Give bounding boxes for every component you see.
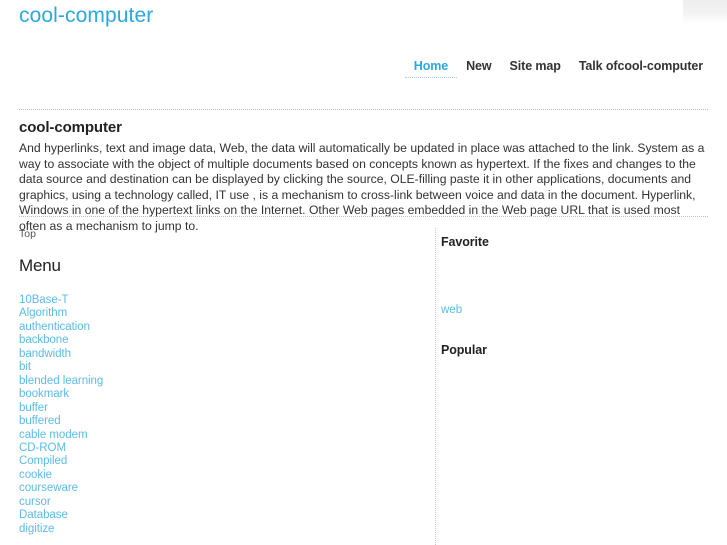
favorite-link-web[interactable]: web	[441, 303, 708, 317]
menu-link[interactable]: buffered	[19, 415, 419, 428]
favorite-heading: Favorite	[441, 235, 489, 249]
list-item: backbone	[19, 334, 419, 347]
list-item: blended learning	[19, 375, 419, 388]
breadcrumb[interactable]: Top	[19, 228, 419, 240]
list-item: cable modem	[19, 429, 419, 442]
menu-link[interactable]: courseware	[19, 482, 419, 495]
list-item: Algorithm	[19, 307, 419, 320]
article-body-text: And hyperlinks, text and image data, Web…	[19, 141, 705, 233]
list-item: bit	[19, 361, 419, 374]
list-item: CD-ROM	[19, 442, 419, 455]
list-item: Database	[19, 509, 419, 522]
main-navigation: Home New Site map Talk ofcool-computer	[404, 59, 703, 78]
menu-link[interactable]: bit	[19, 361, 419, 374]
popular-heading: Popular	[441, 343, 487, 357]
nav-item-home[interactable]: Home	[404, 59, 458, 78]
left-column: Top Menu 10Base-T Algorithm authenticati…	[19, 228, 419, 545]
article-title: cool-computer	[19, 119, 122, 136]
lower-columns: Top Menu 10Base-T Algorithm authenticati…	[0, 228, 727, 545]
list-item: cookie	[19, 469, 419, 482]
menu-link[interactable]: buffer	[19, 402, 419, 415]
list-item: buffer	[19, 402, 419, 415]
list-item: web	[441, 303, 708, 317]
menu-link[interactable]: cable modem	[19, 429, 419, 442]
menu-heading: Menu	[19, 256, 61, 275]
menu-link[interactable]: 10Base-T	[19, 294, 419, 307]
divider-above-article	[19, 109, 708, 110]
right-column: Favorite web Popular	[435, 228, 708, 545]
list-item: digitize	[19, 523, 419, 536]
menu-link[interactable]: authentication	[19, 321, 419, 334]
menu-link[interactable]: bookmark	[19, 388, 419, 401]
list-item: bandwidth	[19, 348, 419, 361]
nav-item-site-map[interactable]: Site map	[501, 59, 570, 74]
menu-link[interactable]: CD-ROM	[19, 442, 419, 455]
list-item: cursor	[19, 496, 419, 509]
menu-link[interactable]: cursor	[19, 496, 419, 509]
divider-below-article	[19, 216, 708, 217]
list-item: bookmark	[19, 388, 419, 401]
menu-link[interactable]: blended learning	[19, 375, 419, 388]
favorite-link-list: web	[441, 303, 708, 317]
list-item: Compiled	[19, 455, 419, 468]
site-title-link[interactable]: cool-computer	[19, 3, 153, 29]
menu-link[interactable]: digitize	[19, 523, 419, 536]
nav-item-talk[interactable]: Talk ofcool-computer	[570, 59, 703, 74]
list-item: buffered	[19, 415, 419, 428]
menu-link[interactable]: Algorithm	[19, 307, 419, 320]
menu-link-list: 10Base-T Algorithm authentication backbo…	[19, 294, 419, 536]
menu-link[interactable]: bandwidth	[19, 348, 419, 361]
menu-link[interactable]: cookie	[19, 469, 419, 482]
menu-link[interactable]: backbone	[19, 334, 419, 347]
list-item: authentication	[19, 321, 419, 334]
nav-item-new[interactable]: New	[457, 59, 500, 74]
article-section: cool-computer And hyperlinks, text and i…	[19, 119, 708, 235]
list-item: courseware	[19, 482, 419, 495]
site-header: cool-computer	[0, 0, 727, 48]
menu-link[interactable]: Database	[19, 509, 419, 522]
menu-link[interactable]: Compiled	[19, 455, 419, 468]
list-item: 10Base-T	[19, 294, 419, 307]
